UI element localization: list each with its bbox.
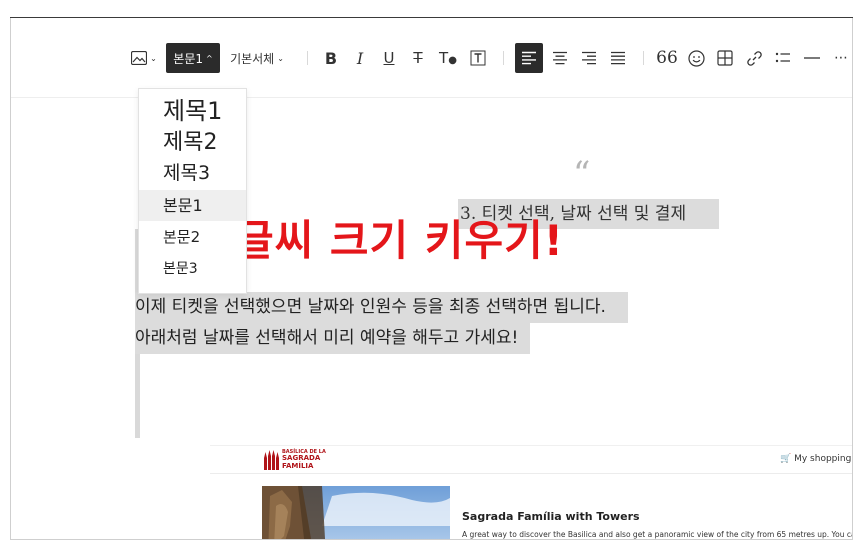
cart-label: My shopping c (794, 454, 853, 464)
align-center-icon (553, 51, 567, 65)
editor-toolbar: ⌄ 본문1 ^ 기본서체 ⌄ B I U T T● 66 ⋯ (11, 18, 852, 98)
emoji-button[interactable] (684, 43, 708, 73)
emoji-icon (687, 49, 705, 67)
menu-item-body-3[interactable]: 본문3 (139, 254, 246, 285)
text-style-label: 본문1 (173, 51, 203, 66)
toolbar-divider (503, 51, 504, 65)
more-icon: ⋯ (834, 50, 848, 66)
font-family-dropdown[interactable]: 기본서체 ⌄ (225, 43, 289, 73)
bold-icon: B (324, 48, 338, 68)
basilica-logo-icon (264, 450, 279, 470)
text-style-menu: 제목1 제목2 제목3 본문1 본문2 본문3 (138, 88, 247, 294)
toolbar-divider (307, 51, 308, 65)
chevron-down-icon: ⌄ (150, 53, 157, 63)
align-justify-button[interactable] (606, 43, 630, 73)
site-header: BASÍLICA DE LA SAGRADA FAMÍLIA 🛒 My shop… (210, 446, 853, 474)
image-icon (131, 51, 148, 65)
quote-icon: 66 (656, 48, 678, 68)
paragraph-1[interactable]: 이제 티켓을 선택했으면 날짜와 인원수 등을 최종 선택하면 됩니다. (135, 292, 628, 323)
align-left-icon (522, 51, 536, 65)
text-background-icon (470, 50, 486, 66)
italic-button[interactable]: I (349, 43, 371, 73)
menu-item-heading-2[interactable]: 제목2 (139, 127, 246, 158)
quote-button[interactable]: 66 (655, 43, 679, 73)
text-style-dropdown[interactable]: 본문1 ^ (166, 43, 220, 73)
editor-frame: ⌄ 본문1 ^ 기본서체 ⌄ B I U T T● 66 ⋯ “ 3. 티켓 선… (10, 18, 853, 540)
underline-icon: U (383, 49, 395, 67)
horizontal-rule-button[interactable] (800, 43, 824, 73)
overlay-annotation: 글씨 크기 키우기! (235, 216, 564, 265)
basilica-photo-image (262, 486, 450, 539)
strikethrough-icon: T (413, 49, 423, 67)
divider-icon (804, 57, 820, 59)
toolbar-divider (643, 51, 644, 65)
list-button[interactable] (771, 43, 795, 73)
menu-item-heading-1[interactable]: 제목1 (139, 95, 246, 127)
menu-item-body-1[interactable]: 본문1 (139, 190, 246, 221)
logo-text: BASÍLICA DE LA SAGRADA FAMÍLIA (282, 449, 326, 470)
text-background-button[interactable] (467, 43, 489, 73)
card-title: Sagrada Família with Towers (462, 510, 640, 523)
link-button[interactable] (742, 43, 766, 73)
logo-line-3: FAMÍLIA (282, 461, 314, 470)
menu-item-heading-3[interactable]: 제목3 (139, 158, 246, 188)
strikethrough-button[interactable]: T (407, 43, 429, 73)
align-right-button[interactable] (577, 43, 601, 73)
sagrada-familia-logo: BASÍLICA DE LA SAGRADA FAMÍLIA (263, 449, 326, 470)
paragraph-2[interactable]: 아래처럼 날짜를 선택해서 미리 예약을 해두고 가세요! (135, 323, 530, 354)
align-center-button[interactable] (548, 43, 572, 73)
underline-button[interactable]: U (378, 43, 400, 73)
align-left-button[interactable] (515, 43, 543, 73)
cart-icon: 🛒 (780, 454, 792, 464)
card-description: A great way to discover the Basilica and… (462, 530, 853, 539)
basilica-photo (262, 486, 450, 539)
text-color-button[interactable]: T● (436, 43, 460, 73)
align-right-icon (582, 51, 596, 65)
more-button[interactable]: ⋯ (829, 43, 852, 73)
text-color-icon: T● (439, 49, 457, 67)
align-justify-icon (611, 51, 625, 65)
italic-icon: I (356, 48, 364, 68)
link-icon (746, 50, 762, 66)
embedded-screenshot: BASÍLICA DE LA SAGRADA FAMÍLIA 🛒 My shop… (210, 445, 853, 539)
list-icon (775, 52, 790, 63)
bold-button[interactable]: B (320, 43, 342, 73)
chevron-down-icon: ⌄ (277, 53, 284, 63)
table-icon (717, 50, 733, 66)
shopping-cart-link: 🛒 My shopping c (780, 454, 853, 464)
insert-image-button[interactable]: ⌄ (129, 43, 159, 73)
font-family-label: 기본서체 (230, 51, 275, 66)
chevron-up-icon: ^ (206, 53, 213, 63)
table-button[interactable] (713, 43, 737, 73)
menu-item-body-2[interactable]: 본문2 (139, 222, 246, 253)
quote-mark-icon: “ (573, 154, 591, 194)
